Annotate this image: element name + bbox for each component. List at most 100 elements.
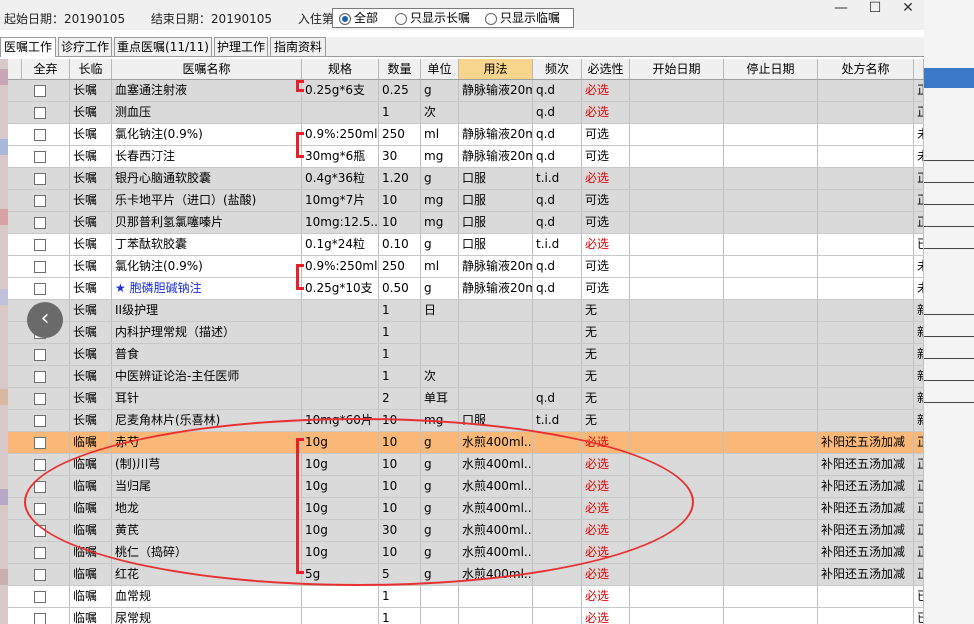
tab-nursing[interactable]: 护理工作 xyxy=(214,37,268,56)
col-quantity[interactable]: 数量 xyxy=(379,59,421,79)
cell-discard xyxy=(8,564,70,585)
right-panel-header xyxy=(924,68,974,88)
table-row[interactable]: 长嘱内科护理常规（描述） 1 无 新 xyxy=(8,322,924,344)
table-row[interactable]: 临嘱血常规 1 必选 已 xyxy=(8,586,924,608)
table-row[interactable]: 长嘱银丹心脑通软胶囊0.4g*36粒1.20g口服t.i.d必选 正 xyxy=(8,168,924,190)
table-row[interactable]: 临嘱地龙10g10g水煎400ml...必选补阳还五汤加减正 xyxy=(8,498,924,520)
discard-checkbox[interactable] xyxy=(34,547,46,559)
table-row[interactable]: 长嘱 氯化钠注(0.9%) 0.9%:250ml 250 ml 静脉输液20ml q.d 可选… xyxy=(8,256,924,278)
col-unit[interactable]: 单位 xyxy=(421,59,459,79)
discard-checkbox[interactable] xyxy=(34,613,46,624)
table-row[interactable]: 临嘱赤芍10g10g水煎400ml...必选补阳还五汤加减正 xyxy=(8,432,924,454)
cell-stop-date xyxy=(724,432,818,453)
table-row[interactable]: 长嘱普食 1 无 新 xyxy=(8,344,924,366)
table-row[interactable]: 长嘱贝那普利氢氯噻嗪片10mg:12.5...10mg口服q.d可选 正 xyxy=(8,212,924,234)
col-order-type[interactable]: 长临 xyxy=(70,59,112,79)
table-row[interactable]: 长嘱丁苯酞软胶囊0.1g*24粒0.10g口服t.i.d必选 已 xyxy=(8,234,924,256)
tab-treatment[interactable]: 诊疗工作 xyxy=(58,37,112,56)
close-button[interactable]: ✕ xyxy=(893,0,923,18)
cell-status: 已 xyxy=(914,608,924,624)
discard-checkbox[interactable] xyxy=(34,525,46,537)
discard-checkbox[interactable] xyxy=(34,261,46,273)
col-spec[interactable]: 规格 xyxy=(302,59,379,79)
table-row[interactable]: 长嘱耳针 2单耳 q.d无 新 xyxy=(8,388,924,410)
discard-checkbox[interactable] xyxy=(34,283,46,295)
discard-checkbox[interactable] xyxy=(34,503,46,515)
table-row[interactable]: 长嘱II级护理 1日 无 新 xyxy=(8,300,924,322)
discard-checkbox[interactable] xyxy=(34,459,46,471)
table-row[interactable]: 长嘱乐卡地平片（进口）(盐酸)10mg*7片10mg口服q.d可选 正 xyxy=(8,190,924,212)
discard-checkbox[interactable] xyxy=(34,107,46,119)
col-frequency[interactable]: 频次 xyxy=(533,59,582,79)
cell-frequency xyxy=(533,476,582,497)
table-row[interactable]: 临嘱当归尾10g10g水煎400ml...必选补阳还五汤加减正 xyxy=(8,476,924,498)
cell-spec: 10g xyxy=(302,542,379,563)
discard-checkbox[interactable] xyxy=(34,195,46,207)
col-prescription-name[interactable]: 处方名称 xyxy=(818,59,914,79)
table-row[interactable]: 长嘱 氯化钠注(0.9%) 0.9%:250ml 250 ml 静脉输液20ml q.d 可选… xyxy=(8,124,924,146)
cell-order-name: ★ 胞磷胆碱钠注 xyxy=(112,278,302,299)
table-row[interactable]: 临嘱红花5g5g水煎400ml...必选补阳还五汤加减正 xyxy=(8,564,924,586)
cell-order-type: 长嘱 xyxy=(70,410,112,431)
col-stop-date[interactable]: 停止日期 xyxy=(724,59,818,79)
discard-checkbox[interactable] xyxy=(34,85,46,97)
discard-checkbox[interactable] xyxy=(34,129,46,141)
table-row[interactable]: 长嘱中医辨证论治-主任医师 1次 无 新 xyxy=(8,366,924,388)
prev-nav-button[interactable]: ‹ xyxy=(27,302,63,338)
radio-long-only[interactable]: 只显示长嘱 xyxy=(395,9,470,26)
table-row[interactable]: 长嘱★ 胞磷胆碱钠注0.25g*10支0.50g静脉输液20mlq.d可选未 xyxy=(8,278,924,300)
minimize-button[interactable]: — xyxy=(826,0,856,18)
discard-checkbox[interactable] xyxy=(34,239,46,251)
cell-unit: mg xyxy=(421,146,459,167)
cell-status: 未 xyxy=(914,124,924,145)
radio-temp-only[interactable]: 只显示临嘱 xyxy=(485,9,560,26)
table-row[interactable]: 长嘱长春西汀注30mg*6瓶30mg静脉输液20mlq.d可选 未 xyxy=(8,146,924,168)
cell-discard xyxy=(8,410,70,431)
col-usage[interactable]: 用法 xyxy=(459,59,533,79)
cell-quantity: 10 xyxy=(379,432,421,453)
discard-checkbox[interactable] xyxy=(34,349,46,361)
table-row[interactable]: 临嘱黄芪10g30g水煎400ml... 必选 补阳还五汤加减正 xyxy=(8,520,924,542)
tab-key-orders[interactable]: 重点医嘱(11/11) xyxy=(114,37,212,56)
cell-prescription-name xyxy=(818,256,914,277)
discard-checkbox[interactable] xyxy=(34,415,46,427)
maximize-button[interactable]: ☐ xyxy=(860,0,890,18)
table-row[interactable]: 临嘱桃仁（捣碎）10g10g水煎400ml...必选补阳还五汤加减正 xyxy=(8,542,924,564)
discard-checkbox[interactable] xyxy=(34,393,46,405)
cell-order-name: 地龙 xyxy=(112,498,302,519)
table-row[interactable]: 长嘱尼麦角林片(乐喜林)10mg*60片10mg口服t.i.d无 新 xyxy=(8,410,924,432)
cell-prescription-name xyxy=(818,234,914,255)
col-order-name[interactable]: 医嘱名称 xyxy=(112,59,302,79)
cell-order-type: 临嘱 xyxy=(70,542,112,563)
table-row[interactable]: 临嘱(制)川芎10g10g水煎400ml...必选补阳还五汤加减正 xyxy=(8,454,924,476)
cell-required: 无 xyxy=(582,344,630,365)
discard-checkbox[interactable] xyxy=(34,151,46,163)
tab-orders[interactable]: 医嘱工作 xyxy=(0,37,56,57)
cell-prescription-name xyxy=(818,608,914,624)
table-row[interactable]: 长嘱血塞通注射液0.25g*6支0.25g静脉输液20mlq.d必选 正 xyxy=(8,80,924,102)
discard-checkbox[interactable] xyxy=(34,437,46,449)
tab-guides[interactable]: 指南资料 xyxy=(270,37,326,56)
cell-stop-date xyxy=(724,454,818,475)
table-row[interactable]: 临嘱尿常规 1 必选 已 xyxy=(8,608,924,624)
radio-all[interactable]: 全部 xyxy=(339,9,378,26)
cell-frequency xyxy=(533,608,582,624)
cell-unit: 次 xyxy=(421,102,459,123)
discard-checkbox[interactable] xyxy=(34,217,46,229)
col-discard-all[interactable]: 全弃 xyxy=(22,59,70,79)
col-start-date[interactable]: 开始日期 xyxy=(630,59,724,79)
cell-status: 新 xyxy=(914,300,924,321)
cell-quantity: 10 xyxy=(379,454,421,475)
discard-checkbox[interactable] xyxy=(34,173,46,185)
discard-checkbox[interactable] xyxy=(34,481,46,493)
table-row[interactable]: 长嘱测血压 1次 q.d必选 正 xyxy=(8,102,924,124)
cell-usage: 口服 xyxy=(459,168,533,189)
discard-checkbox[interactable] xyxy=(34,569,46,581)
cell-usage: 静脉输液20ml xyxy=(459,278,533,299)
discard-checkbox[interactable] xyxy=(34,591,46,603)
cell-discard xyxy=(8,256,70,277)
discard-checkbox[interactable] xyxy=(34,371,46,383)
col-status[interactable] xyxy=(914,59,924,79)
col-required[interactable]: 必选性 xyxy=(582,59,630,79)
radio-temp-label: 只显示临嘱 xyxy=(500,11,561,25)
